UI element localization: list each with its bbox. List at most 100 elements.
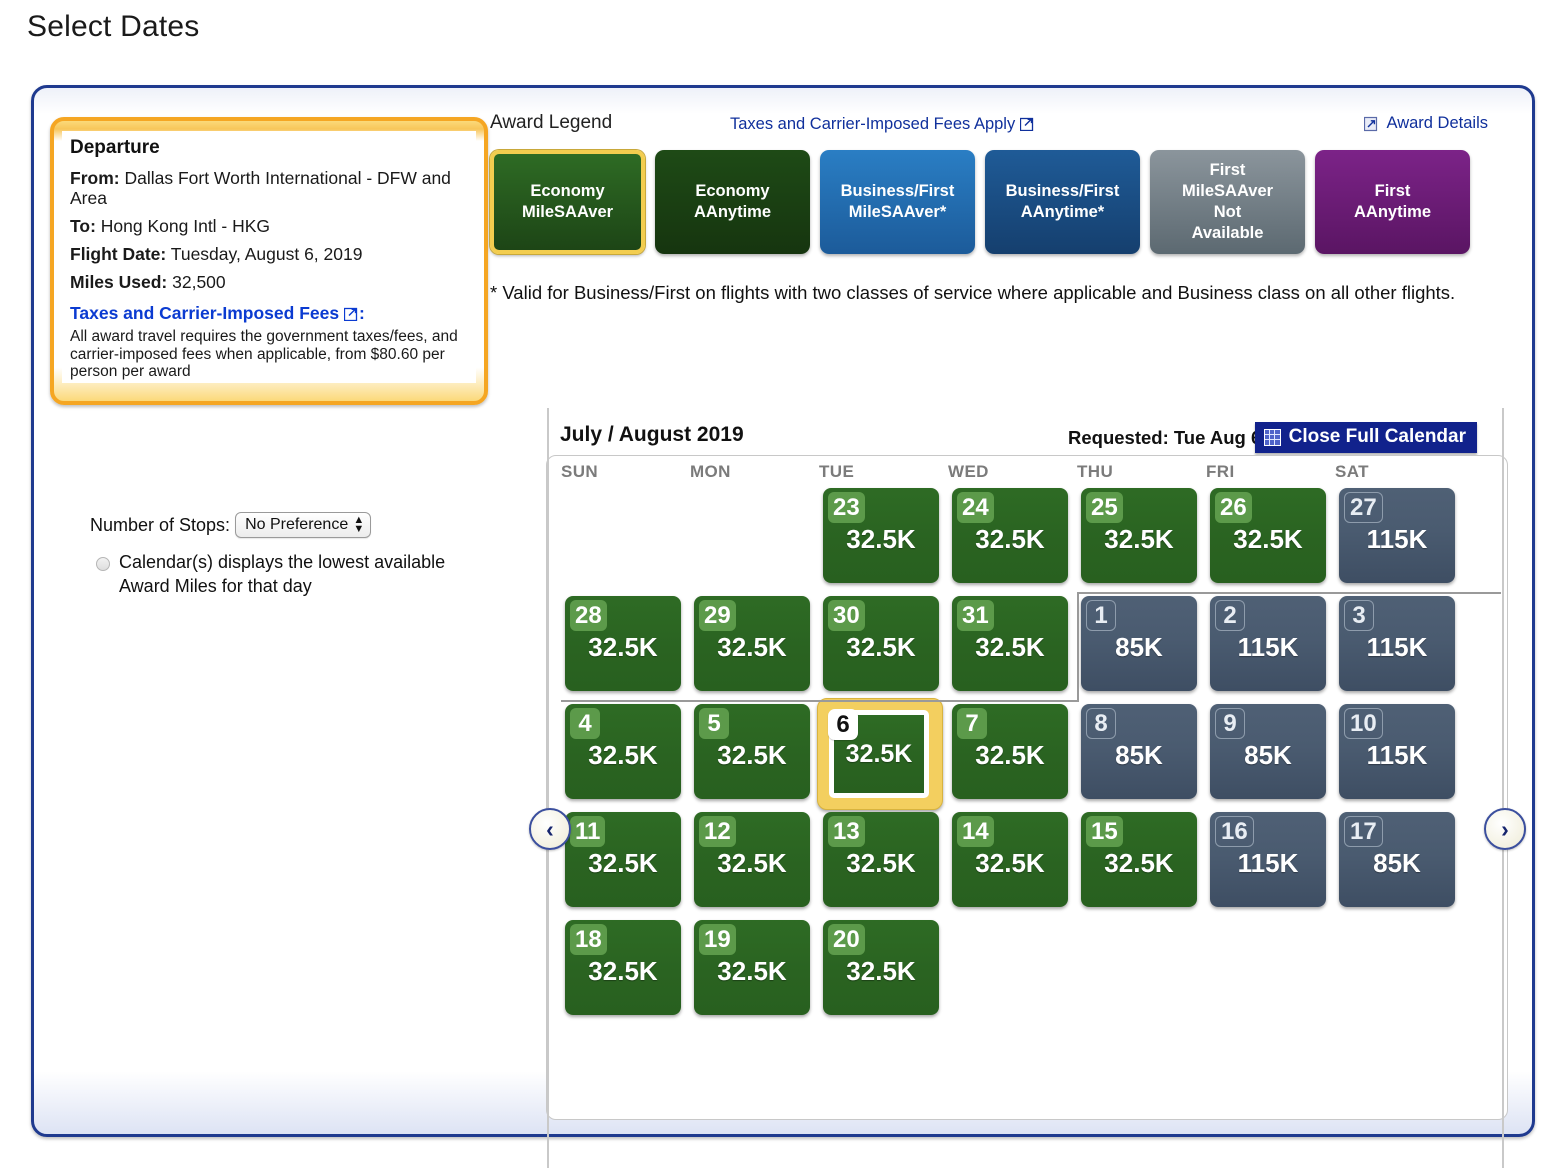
legend-swatch-2[interactable]: Business/FirstMileSAAver*	[820, 150, 975, 254]
day-tile-14[interactable]: 1432.5K	[952, 812, 1068, 907]
calendar-day-cell[interactable]: 1432.5K	[948, 812, 1076, 920]
day-tile-9[interactable]: 985K	[1210, 704, 1326, 799]
calendar-day-cell[interactable]: 1832.5K	[561, 920, 689, 1028]
calendar-weeks: 2332.5K2432.5K2532.5K2632.5K27115K2832.5…	[561, 488, 1501, 1028]
departure-to-row: To: Hong Kong Intl - HKG	[70, 216, 468, 236]
day-award-miles: 115K	[1339, 632, 1455, 663]
calendar-day-cell[interactable]: 1132.5K	[561, 812, 689, 920]
day-award-miles: 85K	[1339, 848, 1455, 879]
next-week-button[interactable]: ›	[1484, 808, 1526, 850]
day-tile-31[interactable]: 3132.5K	[952, 596, 1068, 691]
calendar-day-cell[interactable]: 2932.5K	[690, 596, 818, 704]
calendar-empty-cell	[690, 488, 818, 596]
departure-from-label: From:	[70, 168, 120, 188]
day-award-miles: 32.5K	[1081, 524, 1197, 555]
calendar-day-cell[interactable]: 885K	[1077, 704, 1205, 812]
page-title: Select Dates	[27, 10, 199, 44]
calendar-day-cell[interactable]: 2332.5K	[819, 488, 947, 596]
legend-swatch-5[interactable]: FirstAAnytime	[1315, 150, 1470, 254]
calendar-day-cell[interactable]: 632.5K	[819, 704, 947, 812]
day-tile-27[interactable]: 27115K	[1339, 488, 1455, 583]
day-number: 29	[699, 600, 736, 631]
day-tile-1[interactable]: 185K	[1081, 596, 1197, 691]
taxes-fees-link[interactable]: Taxes and Carrier-Imposed Fees :	[70, 303, 468, 324]
day-tile-4[interactable]: 432.5K	[565, 704, 681, 799]
legend-swatch-0[interactable]: EconomyMileSAAver	[490, 150, 645, 254]
calendar-day-cell[interactable]: 3132.5K	[948, 596, 1076, 704]
taxes-fees-apply-label: Taxes and Carrier-Imposed Fees Apply	[730, 115, 1015, 133]
day-tile-12[interactable]: 1232.5K	[694, 812, 810, 907]
day-tile-25[interactable]: 2532.5K	[1081, 488, 1197, 583]
day-tile-30[interactable]: 3032.5K	[823, 596, 939, 691]
day-tile-3[interactable]: 3115K	[1339, 596, 1455, 691]
dow-sun: SUN	[561, 462, 689, 482]
day-number: 27	[1344, 492, 1383, 523]
calendar-day-cell[interactable]: 532.5K	[690, 704, 818, 812]
calendar-day-cell[interactable]: 1785K	[1335, 812, 1463, 920]
calendar-day-cell[interactable]: 2632.5K	[1206, 488, 1334, 596]
day-tile-16[interactable]: 16115K	[1210, 812, 1326, 907]
calendar-day-cell[interactable]: 27115K	[1335, 488, 1463, 596]
calendar-week-row: 2832.5K2932.5K3032.5K3132.5K185K2115K311…	[561, 596, 1501, 704]
legend-swatch-1[interactable]: EconomyAAnytime	[655, 150, 810, 254]
day-tile-7[interactable]: 732.5K	[952, 704, 1068, 799]
award-legend-title: Award Legend	[490, 112, 612, 134]
day-tile-26[interactable]: 2632.5K	[1210, 488, 1326, 583]
taxes-fees-apply-link[interactable]: Taxes and Carrier-Imposed Fees Apply	[730, 115, 1035, 134]
calendar-day-cell[interactable]: 2432.5K	[948, 488, 1076, 596]
calendar-day-cell[interactable]: 16115K	[1206, 812, 1334, 920]
day-tile-18[interactable]: 1832.5K	[565, 920, 681, 1015]
calendar-day-cell[interactable]: 732.5K	[948, 704, 1076, 812]
day-tile-17[interactable]: 1785K	[1339, 812, 1455, 907]
stepper-arrows-icon: ▲▼	[353, 516, 364, 534]
day-number: 16	[1215, 816, 1254, 847]
day-tile-29[interactable]: 2932.5K	[694, 596, 810, 691]
calendar-day-cell[interactable]: 1532.5K	[1077, 812, 1205, 920]
calendar-day-cell[interactable]: 2532.5K	[1077, 488, 1205, 596]
day-tile-10[interactable]: 10115K	[1339, 704, 1455, 799]
dow-thu: THU	[1077, 462, 1205, 482]
day-award-miles: 32.5K	[565, 956, 681, 987]
calendar-day-cell[interactable]: 985K	[1206, 704, 1334, 812]
dow-wed: WED	[948, 462, 1076, 482]
calendar-day-cell[interactable]: 2115K	[1206, 596, 1334, 704]
calendar-day-cell[interactable]: 2832.5K	[561, 596, 689, 704]
calendar-day-cell[interactable]: 3032.5K	[819, 596, 947, 704]
legend-swatch-4[interactable]: FirstMileSAAverNotAvailable	[1150, 150, 1305, 254]
award-details-label: Award Details	[1387, 114, 1489, 133]
award-details-link[interactable]: Award Details	[1364, 114, 1489, 133]
day-tile-6[interactable]: 632.5K	[829, 710, 929, 798]
taxes-fees-colon: :	[359, 303, 365, 323]
calendar-day-cell[interactable]: 10115K	[1335, 704, 1463, 812]
day-tile-19[interactable]: 1932.5K	[694, 920, 810, 1015]
day-award-miles: 115K	[1210, 848, 1326, 879]
day-number: 7	[957, 708, 987, 739]
day-award-miles: 85K	[1081, 740, 1197, 771]
calendar-day-cell[interactable]: 432.5K	[561, 704, 689, 812]
taxes-fees-link-label: Taxes and Carrier-Imposed Fees	[70, 303, 339, 323]
day-tile-23[interactable]: 2332.5K	[823, 488, 939, 583]
day-tile-11[interactable]: 1132.5K	[565, 812, 681, 907]
calendar-day-cell[interactable]: 3115K	[1335, 596, 1463, 704]
day-number: 25	[1086, 492, 1123, 523]
month-divider-bottom	[561, 700, 1078, 702]
day-tile-2[interactable]: 2115K	[1210, 596, 1326, 691]
day-tile-13[interactable]: 1332.5K	[823, 812, 939, 907]
previous-week-button[interactable]: ‹	[529, 808, 571, 850]
day-tile-28[interactable]: 2832.5K	[565, 596, 681, 691]
calendar-day-cell[interactable]: 1932.5K	[690, 920, 818, 1028]
calendar-day-cell[interactable]: 1232.5K	[690, 812, 818, 920]
day-tile-8[interactable]: 885K	[1081, 704, 1197, 799]
legend-swatch-3[interactable]: Business/FirstAAnytime*	[985, 150, 1140, 254]
departure-flight-date-value: Tuesday, August 6, 2019	[171, 244, 363, 264]
day-tile-5[interactable]: 532.5K	[694, 704, 810, 799]
number-of-stops-select[interactable]: No Preference ▲▼	[235, 512, 371, 538]
day-tile-15[interactable]: 1532.5K	[1081, 812, 1197, 907]
calendar-day-cell[interactable]: 2032.5K	[819, 920, 947, 1028]
close-full-calendar-button[interactable]: Close Full Calendar	[1255, 422, 1477, 453]
dow-mon: MON	[690, 462, 818, 482]
day-tile-24[interactable]: 2432.5K	[952, 488, 1068, 583]
calendar-day-cell[interactable]: 185K	[1077, 596, 1205, 704]
day-tile-20[interactable]: 2032.5K	[823, 920, 939, 1015]
calendar-day-cell[interactable]: 1332.5K	[819, 812, 947, 920]
